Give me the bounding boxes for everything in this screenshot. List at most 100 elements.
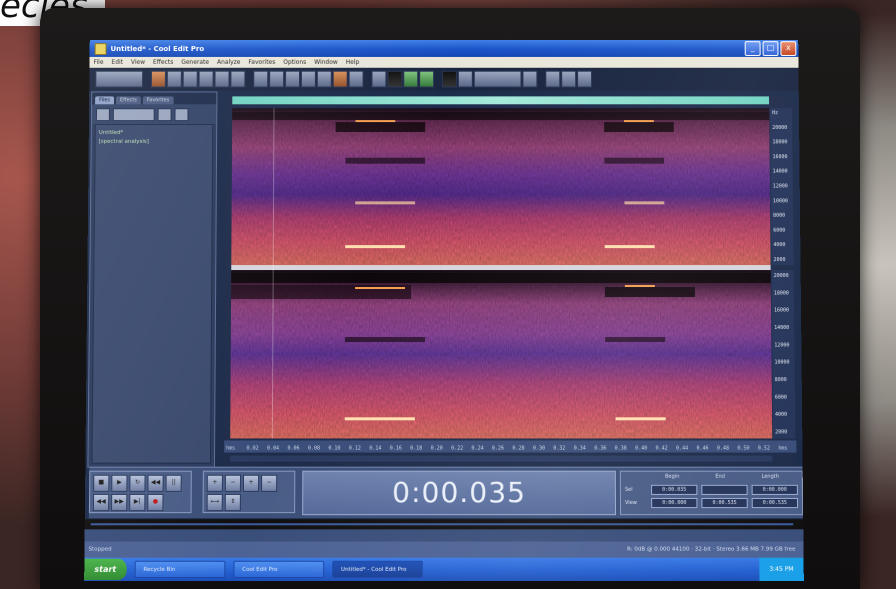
- frequency-tick-label: 8000: [773, 213, 785, 219]
- phase-view-icon[interactable]: [403, 70, 419, 88]
- selection-end-field[interactable]: [701, 484, 748, 495]
- selection-begin-field[interactable]: 0:00.035: [651, 484, 698, 495]
- selection-length-field[interactable]: 0:00.000: [751, 484, 798, 495]
- tab-effects[interactable]: Effects: [115, 96, 141, 105]
- multitrack-toggle-button[interactable]: [95, 70, 144, 88]
- zoom-selection-button[interactable]: ⇕: [224, 493, 241, 512]
- taskbar-item-untitled[interactable]: Untitled* - Cool Edit Pro: [331, 560, 423, 579]
- menu-analyze[interactable]: Analyze: [217, 59, 241, 66]
- time-tick-label: 0.20: [431, 445, 443, 451]
- zoom-full-button[interactable]: ⟷: [206, 493, 223, 512]
- time-tick-label: 0.28: [512, 445, 524, 451]
- sort-icon[interactable]: [174, 108, 189, 122]
- menu-help[interactable]: Help: [346, 59, 360, 66]
- maximize-button[interactable]: □: [762, 41, 779, 56]
- minimize-button[interactable]: _: [744, 41, 761, 56]
- rewind-button[interactable]: ◀◀: [92, 493, 110, 512]
- view-begin-field[interactable]: 0:00.000: [651, 497, 698, 509]
- zoom-out-vertical-button[interactable]: −: [261, 474, 278, 492]
- menu-window[interactable]: Window: [314, 59, 338, 66]
- spectral-view[interactable]: Hz 20000 18000 16000 14000 12000 10000 8000 6000…: [223, 96, 797, 488]
- time-tick-label: 0.12: [349, 445, 361, 451]
- menu-options[interactable]: Options: [283, 59, 306, 66]
- fast-forward-button[interactable]: ▶▶: [111, 493, 128, 512]
- frequency-tick-label: 16000: [773, 154, 788, 160]
- undo-icon[interactable]: [253, 70, 269, 88]
- file-action-button[interactable]: [112, 108, 155, 122]
- time-tick-label: 0.24: [472, 445, 484, 451]
- pause-button[interactable]: ||: [165, 474, 182, 492]
- menu-view[interactable]: View: [131, 59, 145, 66]
- frequency-tick-label: 6000: [775, 394, 787, 400]
- open-folder-icon[interactable]: [95, 108, 110, 122]
- cut-icon[interactable]: [182, 70, 198, 88]
- frequency-tick-label: 14000: [774, 325, 789, 331]
- effect-icon[interactable]: [332, 70, 348, 88]
- organizer-tabs: Files Effects Favorites: [92, 92, 217, 105]
- menu-favorites[interactable]: Favorites: [248, 59, 275, 66]
- menu-effects[interactable]: Effects: [153, 59, 173, 66]
- zoom-out-horizontal-button[interactable]: −: [224, 474, 242, 492]
- close-file-icon[interactable]: [157, 108, 172, 122]
- list-item[interactable]: [spectral analysis]: [99, 138, 210, 147]
- channel-divider: [231, 265, 772, 271]
- open-file-icon[interactable]: [150, 70, 166, 88]
- menu-edit[interactable]: Edit: [111, 59, 123, 66]
- organizer-toolbar: [91, 104, 217, 125]
- paste-icon[interactable]: [214, 70, 230, 88]
- trim-icon[interactable]: [285, 70, 301, 88]
- stop-button[interactable]: ■: [93, 474, 110, 492]
- time-tick-label: 0.36: [594, 445, 606, 451]
- save-file-icon[interactable]: [166, 70, 182, 88]
- selection-view-panel: Begin End Length Sel 0:00.035 0:00.000 V…: [619, 470, 804, 516]
- time-tick-label: 0.42: [656, 445, 668, 451]
- transport-panel: ■ ▶ ↻ ◀◀ || ◀◀ ▶▶ ▶| ● + − + − ⟷ ⇕ 0:00.…: [88, 466, 804, 519]
- zoom-in-vertical-button[interactable]: +: [242, 474, 260, 492]
- cd-player-icon[interactable]: [457, 70, 473, 88]
- tab-files[interactable]: Files: [95, 96, 115, 105]
- context-help-icon[interactable]: [577, 70, 593, 88]
- system-tray-clock: 3:45 PM: [759, 557, 804, 582]
- windows-taskbar: start Recycle Bin Cool Edit Pro Untitled…: [84, 557, 804, 582]
- redo-icon[interactable]: [269, 70, 285, 88]
- start-button[interactable]: start: [84, 558, 127, 581]
- go-to-end-button[interactable]: ▶|: [129, 493, 146, 512]
- record-setup-icon[interactable]: [442, 70, 457, 88]
- time-tick-label: 0.02: [247, 445, 259, 451]
- copy-icon[interactable]: [198, 70, 214, 88]
- frequency-tick-label: 20000: [772, 125, 787, 131]
- file-list: Untitled* [spectral analysis]: [91, 124, 214, 464]
- horizontal-scrollbar[interactable]: [230, 455, 773, 462]
- view-length-field[interactable]: 0:00.535: [751, 497, 799, 509]
- silence-icon[interactable]: [300, 70, 316, 88]
- metronome-button[interactable]: [473, 70, 522, 88]
- tab-favorites[interactable]: Favorites: [142, 96, 174, 105]
- normalize-icon[interactable]: [316, 70, 332, 88]
- spectrogram[interactable]: Hz 20000 18000 16000 14000 12000 10000 8000 6000…: [224, 106, 797, 488]
- envelope-icon[interactable]: [348, 70, 364, 88]
- taskbar-item-recycle-bin[interactable]: Recycle Bin: [134, 560, 226, 579]
- zoom-in-horizontal-button[interactable]: +: [206, 474, 223, 492]
- loop-button[interactable]: ↻: [129, 474, 146, 492]
- view-end-field[interactable]: 0:00.535: [701, 497, 748, 509]
- record-button[interactable]: ●: [147, 493, 164, 512]
- mix-paste-icon[interactable]: [230, 70, 246, 88]
- selection-header-length: Length: [761, 473, 779, 480]
- play-button[interactable]: ▶: [111, 474, 128, 492]
- help-icon[interactable]: [545, 70, 561, 88]
- taskbar-item-cool-edit[interactable]: Cool Edit Pro: [233, 560, 324, 579]
- status-info: R: 0dB @ 0.000 44100 · 32-bit · Stereo 3…: [627, 546, 796, 553]
- organizer-panel: Files Effects Favorites Untitled* [spect…: [87, 91, 218, 468]
- settings-icon[interactable]: [522, 70, 538, 88]
- zoom-overview-bar[interactable]: [232, 96, 770, 105]
- menu-generate[interactable]: Generate: [181, 59, 209, 66]
- menu-file[interactable]: File: [93, 59, 103, 66]
- frequency-analysis-icon[interactable]: [419, 70, 435, 88]
- close-button[interactable]: x: [780, 41, 797, 56]
- spectral-view-icon[interactable]: [387, 70, 403, 88]
- list-item[interactable]: Untitled*: [99, 129, 210, 138]
- rewind-to-start-button[interactable]: ◀◀: [147, 474, 164, 492]
- about-icon[interactable]: [561, 70, 577, 88]
- waveform-view-icon[interactable]: [371, 70, 387, 88]
- window-title: Untitled* - Cool Edit Pro: [110, 44, 205, 53]
